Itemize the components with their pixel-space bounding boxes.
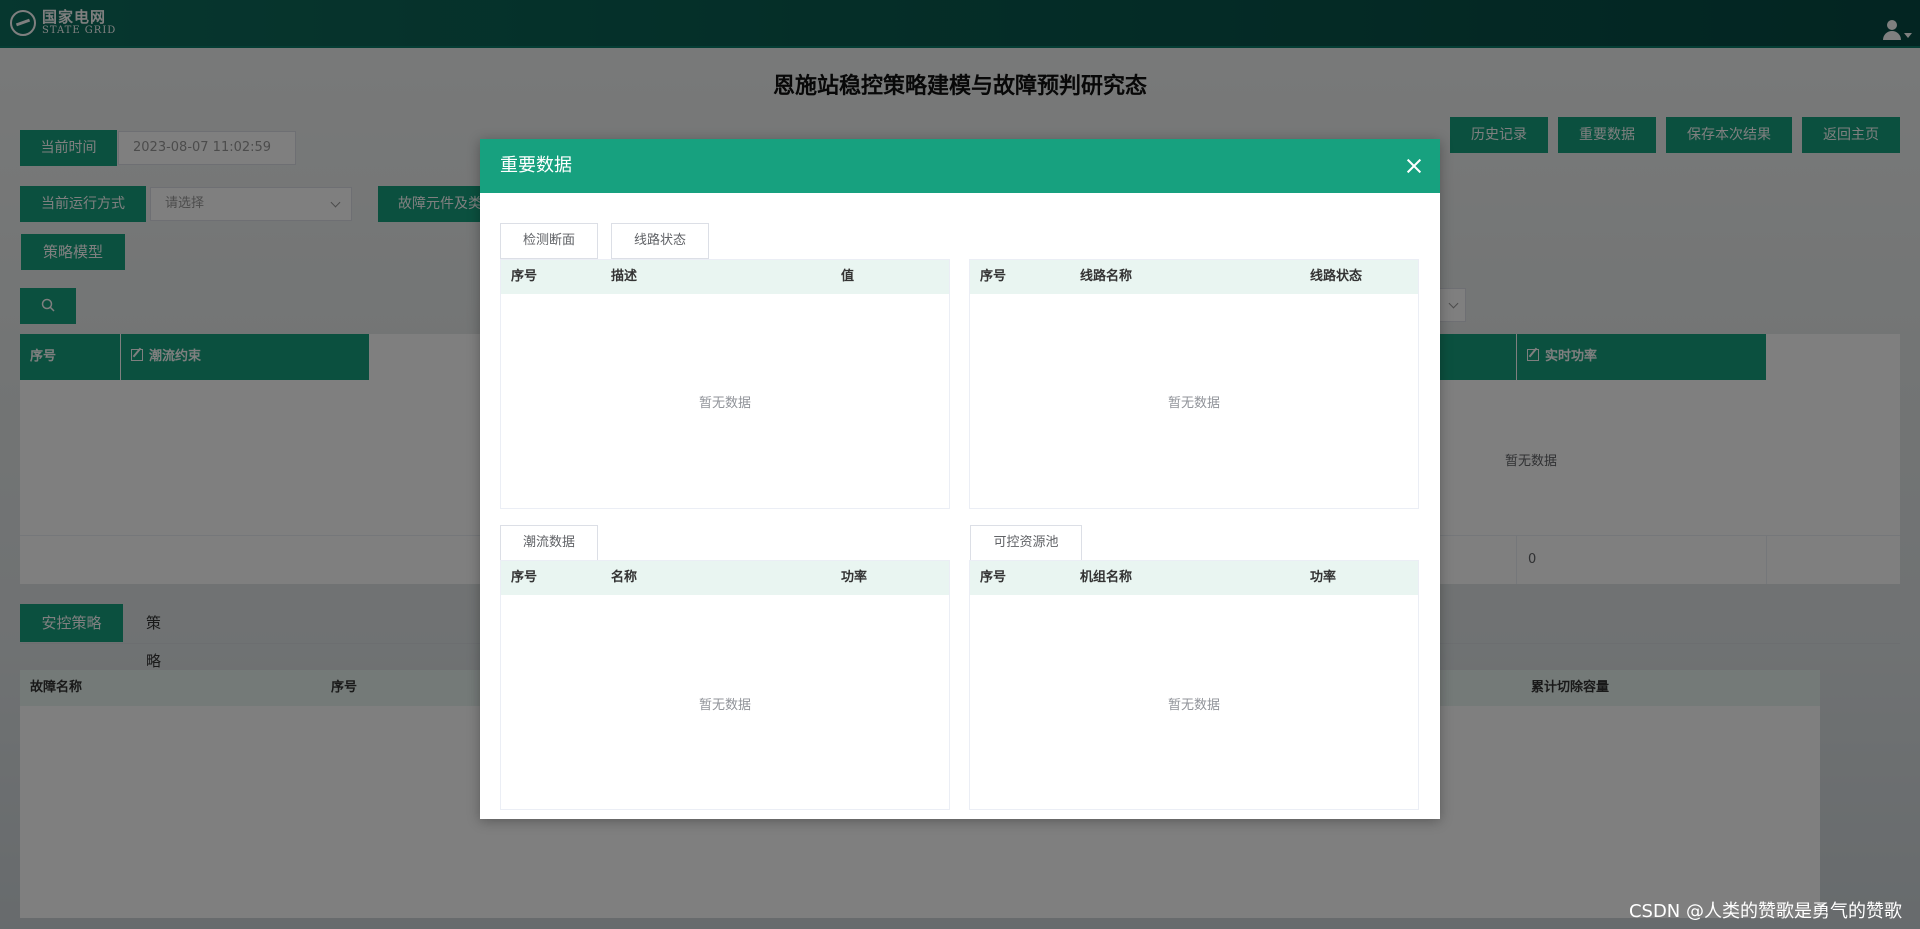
tab-controllable-pool[interactable]: 可控资源池 [970, 525, 1082, 561]
dialog-header: 重要数据 [480, 139, 1440, 193]
tab-detect-section[interactable]: 检测断面 [500, 223, 598, 259]
controllable-pool-header: 序号 机组名称 功率 [970, 561, 1418, 595]
flow-data-panel: 序号 名称 功率 暂无数据 [500, 560, 950, 810]
tab-line-status[interactable]: 线路状态 [611, 223, 709, 259]
detect-section-empty: 暂无数据 [698, 396, 751, 411]
flow-data-empty: 暂无数据 [698, 698, 751, 713]
tab-flow-data[interactable]: 潮流数据 [500, 525, 598, 561]
dialog-title: 重要数据 [500, 155, 572, 176]
controllable-pool-panel: 序号 机组名称 功率 暂无数据 [969, 560, 1419, 810]
controllable-pool-empty: 暂无数据 [1167, 698, 1220, 713]
detect-section-header: 序号 描述 值 [501, 260, 949, 294]
important-data-dialog: 重要数据 检测断面 线路状态 序号 描述 值 暂无数据 序号 线路名称 线路状态… [480, 139, 1440, 819]
close-icon[interactable] [1406, 158, 1422, 174]
line-status-header: 序号 线路名称 线路状态 [970, 260, 1418, 294]
detect-section-panel: 序号 描述 值 暂无数据 [500, 259, 950, 509]
watermark: CSDN @人类的赞歌是勇气的赞歌 [1628, 901, 1902, 922]
line-status-panel: 序号 线路名称 线路状态 暂无数据 [969, 259, 1419, 509]
line-status-empty: 暂无数据 [1167, 396, 1220, 411]
flow-data-header: 序号 名称 功率 [501, 561, 949, 595]
